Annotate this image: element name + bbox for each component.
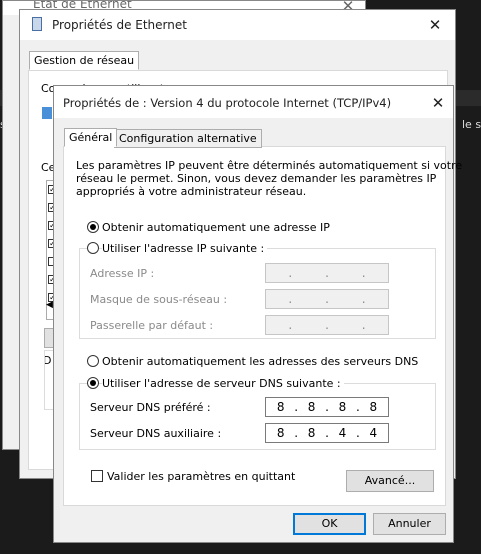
scroll-left-icon[interactable]: ◀ (46, 300, 53, 310)
ip-dot: . (325, 426, 329, 440)
ip-dot: . (288, 292, 293, 306)
dns-preferred-label: Serveur DNS préféré : (90, 401, 211, 414)
ip-dot: . (325, 292, 329, 306)
tab-general[interactable]: Général (64, 128, 118, 147)
ip-dot: . (294, 400, 299, 414)
gateway-label: Passerelle par défaut : (90, 319, 214, 332)
ip-dot: . (288, 266, 293, 280)
ip-dot: . (361, 292, 366, 306)
dns-auto-radio[interactable] (87, 355, 99, 367)
ipv4-dialog-title: Propriétés de : Version 4 du protocole I… (63, 96, 392, 110)
ipv4-close-icon[interactable]: ✕ (423, 88, 453, 118)
ip-octet: 8 (276, 426, 285, 440)
network-adapter-icon (32, 17, 42, 31)
ip-octet: 4 (369, 426, 378, 440)
dns-manual-label[interactable]: Utiliser l'adresse de serveur DNS suivan… (102, 377, 344, 390)
tab-alternate-config[interactable]: Configuration alternative (114, 129, 262, 148)
ip-dot: . (288, 318, 293, 332)
background-right-text: le s (462, 118, 481, 131)
dns-alt-label: Serveur DNS auxiliaire : (90, 427, 222, 440)
dns-alt-input[interactable]: 8. 8. 4. 4 (265, 423, 389, 443)
ip-dot: . (325, 400, 329, 414)
ethernet-properties-title: Propriétés de Ethernet (52, 18, 187, 32)
ip-octet: 8 (307, 400, 316, 414)
ip-auto-label[interactable]: Obtenir automatiquement une adresse IP (102, 221, 330, 234)
ip-octet: 8 (369, 400, 378, 414)
ethernet-properties-close-icon[interactable]: ✕ (420, 10, 450, 40)
adapter-icon (42, 107, 52, 119)
subnet-mask-input[interactable]: ... (265, 289, 389, 309)
ip-auto-radio[interactable] (87, 221, 99, 233)
validate-checkbox[interactable] (91, 470, 103, 482)
ip-octet: 8 (338, 400, 347, 414)
ip-dot: . (361, 266, 366, 280)
tab-gestion-reseau[interactable]: Gestion de réseau (29, 51, 140, 70)
ip-manual-label[interactable]: Utiliser l'adresse IP suivante : (102, 242, 268, 255)
ip-octet: 8 (276, 400, 285, 414)
cancel-button[interactable]: Annuler (373, 513, 446, 535)
ok-button[interactable]: OK (293, 513, 366, 535)
ip-address-input[interactable]: ... (265, 263, 389, 283)
validate-label[interactable]: Valider les paramètres en quittant (107, 470, 295, 483)
ethernet-properties-titlebar: Propriétés de Ethernet ✕ (20, 10, 455, 40)
advanced-button[interactable]: Avancé... (346, 470, 434, 492)
ip-dot: . (361, 318, 366, 332)
dns-preferred-input[interactable]: 8. 8. 8. 8 (265, 397, 389, 417)
intro-line-3: appropriés à votre administrateur réseau… (76, 185, 307, 198)
ipv4-properties-dialog: Propriétés de : Version 4 du protocole I… (53, 85, 462, 543)
subnet-mask-label: Masque de sous-réseau : (90, 293, 228, 306)
ip-dot: . (325, 318, 329, 332)
ip-octet: 8 (307, 426, 316, 440)
intro-line-1: Les paramètres IP peuvent être déterminé… (76, 159, 463, 172)
ip-dot: . (355, 426, 360, 440)
ip-address-label: Adresse IP : (90, 267, 155, 280)
ip-manual-radio[interactable] (87, 242, 99, 254)
intro-line-2: réseau le permet. Sinon, vous devez dema… (76, 172, 437, 185)
gateway-input[interactable]: ... (265, 315, 389, 335)
ip-dot: . (355, 400, 360, 414)
dns-auto-label[interactable]: Obtenir automatiquement les adresses des… (102, 355, 418, 368)
ip-octet: 4 (338, 426, 347, 440)
dns-manual-radio[interactable] (87, 377, 99, 389)
ip-dot: . (294, 426, 299, 440)
ipv4-titlebar: Propriétés de : Version 4 du protocole I… (54, 86, 453, 118)
general-tab-panel: Les paramètres IP peuvent être déterminé… (63, 146, 462, 506)
ip-dot: . (325, 266, 329, 280)
